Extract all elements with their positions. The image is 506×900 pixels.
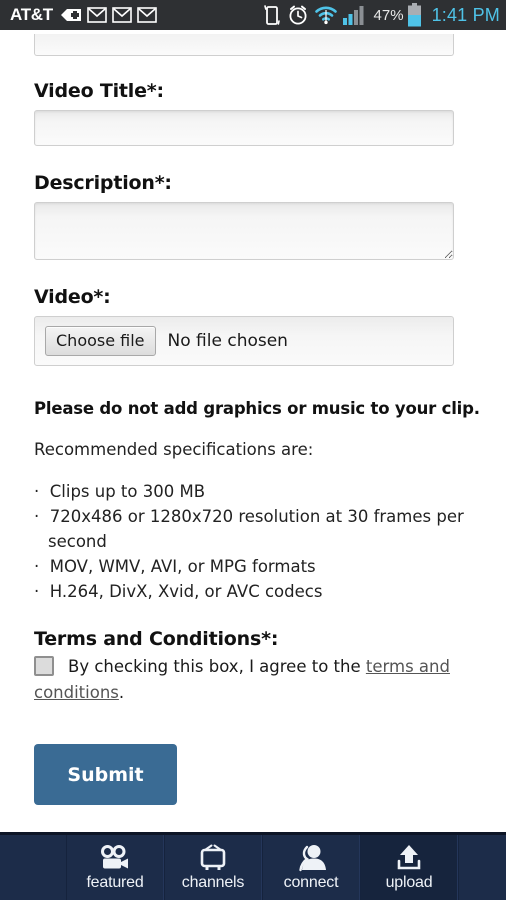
upload-arrow-icon: [394, 843, 424, 873]
carrier-label: AT&T: [10, 5, 53, 24]
video-title-label: Video Title*:: [34, 80, 164, 102]
list-item: 720x486 or 1280x720 resolution at 30 fra…: [34, 504, 494, 554]
previous-text-input-clipped[interactable]: [34, 34, 454, 56]
alarm-clock-icon: [287, 4, 309, 26]
wifi-icon: [314, 5, 338, 25]
nav-left-spacer: [0, 835, 66, 900]
cell-signal-icon: [342, 5, 365, 25]
terms-checkbox[interactable]: [34, 656, 54, 676]
clock-label: 1:41 PM: [431, 4, 500, 25]
nav-label-channels: channels: [181, 874, 245, 891]
terms-agreement-row: By checking this box, I agree to the ter…: [34, 654, 490, 706]
person-icon: [295, 843, 327, 873]
vibrate-phone-icon: [262, 4, 282, 26]
list-item: Clips up to 300 MB: [34, 479, 494, 504]
nav-item-featured[interactable]: featured: [66, 835, 164, 900]
nav-item-connect[interactable]: connect: [262, 835, 360, 900]
upload-form-page: Video Title*: Description*: Video*: Choo…: [0, 30, 506, 832]
video-camera-icon: [98, 843, 132, 873]
battery-percent-label: 47%: [373, 6, 404, 24]
description-label: Description*:: [34, 172, 172, 194]
nav-item-upload[interactable]: upload: [360, 835, 458, 900]
nav-item-channels[interactable]: channels: [164, 835, 262, 900]
terms-text-after: .: [118, 683, 125, 702]
gmail-icon: [112, 7, 132, 23]
video-file-label: Video*:: [34, 286, 111, 308]
graphics-warning-text: Please do not add graphics or music to y…: [34, 399, 480, 418]
video-file-input[interactable]: Choose file No file chosen: [34, 316, 454, 366]
nav-right-spacer: [458, 835, 506, 900]
terms-text-before: By checking this box, I agree to the: [68, 657, 366, 676]
nav-label-featured: featured: [86, 874, 144, 891]
nav-label-upload: upload: [385, 874, 433, 891]
plus-badge-icon: [60, 6, 82, 24]
list-item: MOV, WMV, AVI, or MPG formats: [34, 554, 494, 579]
battery-icon: [407, 3, 422, 27]
terms-heading: Terms and Conditions*:: [34, 628, 279, 650]
nav-label-connect: connect: [283, 874, 339, 891]
gmail-icon: [87, 7, 107, 23]
video-title-input[interactable]: [34, 110, 454, 146]
file-chosen-status: No file chosen: [167, 331, 288, 351]
recommended-spec-intro: Recommended specifications are:: [34, 440, 314, 459]
television-icon: [198, 843, 228, 873]
description-textarea[interactable]: [34, 202, 454, 260]
submit-button[interactable]: Submit: [34, 744, 177, 805]
choose-file-button[interactable]: Choose file: [45, 326, 156, 356]
spec-list: Clips up to 300 MB 720x486 or 1280x720 r…: [34, 479, 494, 604]
gmail-icon: [137, 7, 157, 23]
status-bar: AT&T 47% 1:41 PM: [0, 0, 506, 30]
list-item: H.264, DivX, Xvid, or AVC codecs: [34, 579, 494, 604]
bottom-navigation-bar: featured channels connect upload: [0, 832, 506, 900]
